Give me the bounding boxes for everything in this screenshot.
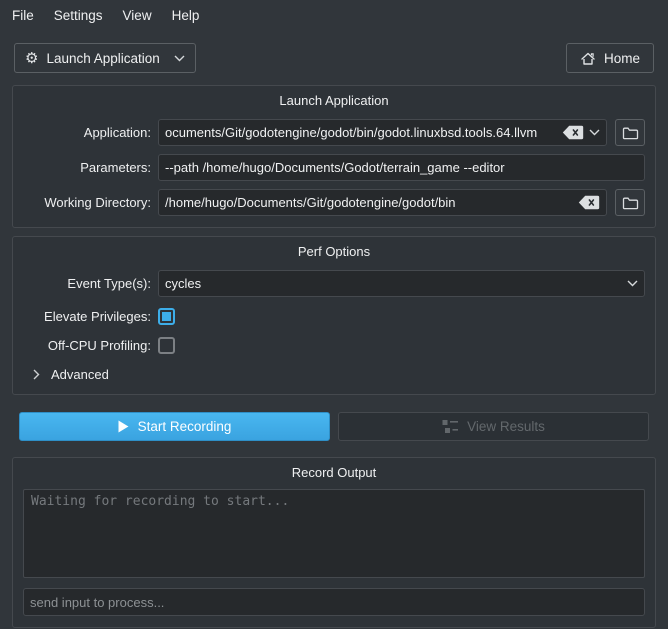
advanced-label: Advanced [51, 367, 109, 382]
parameters-input[interactable] [165, 160, 638, 175]
clear-application-icon[interactable] [562, 125, 584, 140]
group-title-record-output: Record Output [23, 463, 645, 483]
off-cpu-profiling-label: Off-CPU Profiling: [23, 338, 151, 353]
parameters-field[interactable] [158, 154, 645, 181]
menubar: File Settings View Help [0, 0, 668, 31]
event-types-label: Event Type(s): [23, 276, 151, 291]
play-icon [118, 420, 129, 433]
event-types-input[interactable] [165, 276, 622, 291]
send-input-field[interactable] [23, 588, 645, 616]
working-directory-input[interactable] [165, 195, 573, 210]
group-title-perf: Perf Options [23, 242, 645, 262]
start-recording-label: Start Recording [138, 419, 232, 434]
chevron-down-icon [174, 55, 185, 62]
event-types-combo[interactable] [158, 270, 645, 297]
toolbar: ⚙ Launch Application Home [14, 43, 654, 73]
send-input[interactable] [30, 595, 638, 610]
home-icon [580, 51, 596, 66]
off-cpu-profiling-checkbox[interactable] [158, 337, 175, 354]
view-results-label: View Results [467, 419, 545, 434]
menu-view[interactable]: View [113, 4, 162, 27]
chevron-right-icon [33, 369, 40, 380]
parameters-row: Parameters: [23, 154, 645, 181]
list-tree-icon [442, 419, 458, 434]
off-cpu-profiling-row: Off-CPU Profiling: [23, 336, 645, 355]
view-results-button: View Results [338, 412, 649, 441]
working-directory-label: Working Directory: [23, 195, 151, 210]
advanced-expander[interactable]: Advanced [33, 367, 645, 382]
clear-working-directory-icon[interactable] [578, 195, 600, 210]
record-output-group: Record Output Waiting for recording to s… [12, 457, 656, 628]
perf-options-group: Perf Options Event Type(s): Elevate Priv… [12, 236, 656, 395]
folder-icon [622, 196, 639, 210]
action-buttons: Start Recording View Results [19, 412, 649, 441]
event-types-row: Event Type(s): [23, 270, 645, 297]
launch-mode-label: Launch Application [46, 51, 174, 66]
parameters-label: Parameters: [23, 160, 151, 175]
launch-application-group: Launch Application Application: Paramete… [12, 85, 656, 228]
record-output-text-area[interactable]: Waiting for recording to start... [23, 489, 645, 578]
menu-file[interactable]: File [2, 4, 44, 27]
elevate-privileges-row: Elevate Privileges: [23, 307, 645, 326]
elevate-privileges-label: Elevate Privileges: [23, 309, 151, 324]
menu-settings[interactable]: Settings [44, 4, 113, 27]
home-label: Home [604, 51, 640, 66]
menu-help[interactable]: Help [162, 4, 210, 27]
launch-mode-dropdown[interactable]: ⚙ Launch Application [14, 43, 196, 73]
working-directory-row: Working Directory: [23, 189, 645, 216]
home-button[interactable]: Home [566, 43, 654, 73]
application-row: Application: [23, 119, 645, 146]
folder-icon [622, 126, 639, 140]
event-types-chevron-icon[interactable] [627, 280, 638, 287]
gear-icon: ⚙ [25, 51, 38, 66]
application-combo-chevron-icon[interactable] [589, 129, 600, 136]
application-combo-field[interactable] [158, 119, 607, 146]
group-title-launch: Launch Application [23, 91, 645, 111]
working-directory-field[interactable] [158, 189, 607, 216]
application-input[interactable] [165, 125, 557, 140]
application-label: Application: [23, 125, 151, 140]
start-recording-button[interactable]: Start Recording [19, 412, 330, 441]
browse-application-button[interactable] [615, 119, 645, 146]
elevate-privileges-checkbox[interactable] [158, 308, 175, 325]
browse-working-directory-button[interactable] [615, 189, 645, 216]
